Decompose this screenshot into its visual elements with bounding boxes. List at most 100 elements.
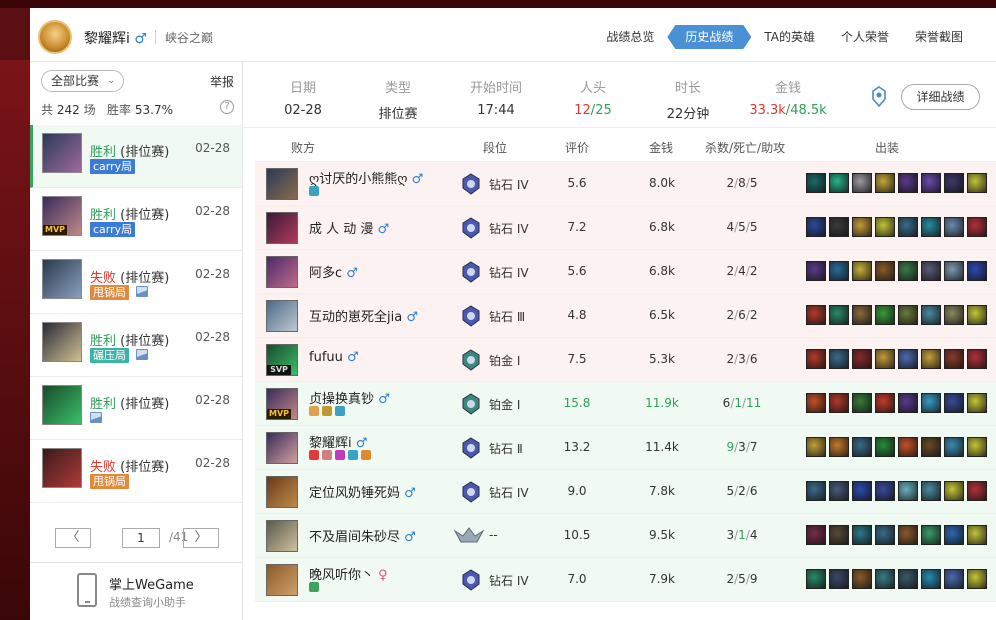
item-icon[interactable]: [967, 349, 987, 369]
player-champion-avatar[interactable]: [266, 212, 298, 244]
item-icon[interactable]: [852, 305, 872, 325]
tab-1[interactable]: 历史战绩: [667, 25, 751, 49]
next-page-button[interactable]: 〉: [183, 528, 219, 548]
player-avatar[interactable]: [38, 20, 72, 54]
item-icon[interactable]: [829, 173, 849, 193]
item-icon[interactable]: [806, 437, 826, 457]
item-icon[interactable]: [806, 261, 826, 281]
item-icon[interactable]: [921, 481, 941, 501]
item-icon[interactable]: [898, 525, 918, 545]
item-icon[interactable]: [944, 173, 964, 193]
item-icon[interactable]: [944, 393, 964, 413]
match-item[interactable]: 胜利 (排位赛) 02-28 碾压局: [30, 314, 242, 377]
item-icon[interactable]: [967, 217, 987, 237]
item-icon[interactable]: [944, 569, 964, 589]
item-icon[interactable]: [829, 305, 849, 325]
item-icon[interactable]: [852, 481, 872, 501]
player-name-cell[interactable]: 黎耀辉i ♂: [309, 432, 367, 451]
item-icon[interactable]: [875, 393, 895, 413]
table-row[interactable]: 不及眉间朱砂尽 ♂ -- 10.5 9.5k 3/1/4: [255, 514, 996, 558]
tab-3[interactable]: 个人荣誉: [828, 25, 902, 49]
item-icon[interactable]: [806, 393, 826, 413]
player-champion-avatar[interactable]: [266, 168, 298, 200]
wegame-promo[interactable]: 掌上WeGame 战绩查询小助手: [30, 562, 242, 620]
item-icon[interactable]: [921, 569, 941, 589]
player-name-cell[interactable]: fufuu ♂: [309, 350, 359, 365]
tab-4[interactable]: 荣誉截图: [902, 25, 976, 49]
player-name-cell[interactable]: 贞操换真钞 ♂: [309, 388, 390, 407]
item-icon[interactable]: [852, 261, 872, 281]
records-icon[interactable]: [870, 86, 888, 108]
table-row[interactable]: MVP 贞操换真钞 ♂ 铂金 Ⅰ 15.8 11.9k 6/1/11: [255, 382, 996, 426]
player-champion-avatar[interactable]: [266, 300, 298, 332]
item-icon[interactable]: [921, 437, 941, 457]
player-name-cell[interactable]: 互动的崽死全jia ♂: [309, 306, 418, 325]
item-icon[interactable]: [898, 393, 918, 413]
tab-2[interactable]: TA的英雄: [751, 25, 828, 49]
item-icon[interactable]: [967, 393, 987, 413]
item-icon[interactable]: [898, 481, 918, 501]
item-icon[interactable]: [921, 349, 941, 369]
item-icon[interactable]: [967, 261, 987, 281]
item-icon[interactable]: [829, 261, 849, 281]
match-item[interactable]: 胜利 (排位赛) 02-28 carry局: [30, 125, 242, 188]
item-icon[interactable]: [829, 569, 849, 589]
item-icon[interactable]: [806, 173, 826, 193]
item-icon[interactable]: [806, 217, 826, 237]
item-icon[interactable]: [829, 217, 849, 237]
item-icon[interactable]: [944, 481, 964, 501]
item-icon[interactable]: [944, 437, 964, 457]
item-icon[interactable]: [829, 525, 849, 545]
report-link[interactable]: 举报: [210, 73, 234, 90]
match-item[interactable]: 失败 (排位赛) 02-28 甩锅局: [30, 251, 242, 314]
table-row[interactable]: 黎耀辉i ♂ 钻石 Ⅱ 13.2 11.4k 9/3/7: [255, 426, 996, 470]
item-icon[interactable]: [829, 349, 849, 369]
item-icon[interactable]: [921, 217, 941, 237]
item-icon[interactable]: [921, 525, 941, 545]
item-icon[interactable]: [967, 173, 987, 193]
match-item[interactable]: 失败 (排位赛) 02-28 甩锅局: [30, 440, 242, 503]
item-icon[interactable]: [875, 173, 895, 193]
item-icon[interactable]: [852, 437, 872, 457]
table-row[interactable]: ღ讨厌的小熊熊ღ ♂ 钻石 IV 5.6 8.0k 2/8/5: [255, 162, 996, 206]
player-champion-avatar[interactable]: [266, 564, 298, 596]
image-icon[interactable]: [90, 412, 102, 423]
item-icon[interactable]: [898, 437, 918, 457]
item-icon[interactable]: [806, 569, 826, 589]
item-icon[interactable]: [921, 173, 941, 193]
item-icon[interactable]: [921, 393, 941, 413]
item-icon[interactable]: [806, 305, 826, 325]
match-filter-dropdown[interactable]: 全部比赛 ⌄: [41, 70, 124, 92]
image-icon[interactable]: [136, 349, 148, 360]
player-champion-avatar[interactable]: [266, 476, 298, 508]
item-icon[interactable]: [875, 217, 895, 237]
item-icon[interactable]: [967, 569, 987, 589]
table-row[interactable]: 互动的崽死全jia ♂ 钻石 Ⅲ 4.8 6.5k 2/6/2: [255, 294, 996, 338]
item-icon[interactable]: [829, 437, 849, 457]
item-icon[interactable]: [898, 349, 918, 369]
item-icon[interactable]: [875, 261, 895, 281]
item-icon[interactable]: [898, 261, 918, 281]
item-icon[interactable]: [921, 305, 941, 325]
player-champion-avatar[interactable]: SVP: [266, 344, 298, 376]
item-icon[interactable]: [875, 305, 895, 325]
help-icon[interactable]: ?: [220, 100, 234, 114]
item-icon[interactable]: [852, 173, 872, 193]
item-icon[interactable]: [944, 217, 964, 237]
item-icon[interactable]: [898, 305, 918, 325]
player-name-cell[interactable]: ღ讨厌的小熊熊ღ ♂: [309, 168, 423, 187]
match-item[interactable]: MVP 胜利 (排位赛) 02-28 carry局: [30, 188, 242, 251]
item-icon[interactable]: [852, 569, 872, 589]
item-icon[interactable]: [944, 349, 964, 369]
player-name-cell[interactable]: 不及眉间朱砂尽 ♂: [309, 526, 416, 545]
item-icon[interactable]: [852, 525, 872, 545]
item-icon[interactable]: [829, 481, 849, 501]
player-champion-avatar[interactable]: MVP: [266, 388, 298, 420]
table-row[interactable]: 晚风听你丶 ♀ 钻石 IV 7.0 7.9k 2/5/9: [255, 558, 996, 602]
item-icon[interactable]: [898, 217, 918, 237]
player-champion-avatar[interactable]: [266, 432, 298, 464]
item-icon[interactable]: [806, 481, 826, 501]
item-icon[interactable]: [875, 349, 895, 369]
item-icon[interactable]: [852, 217, 872, 237]
item-icon[interactable]: [875, 481, 895, 501]
